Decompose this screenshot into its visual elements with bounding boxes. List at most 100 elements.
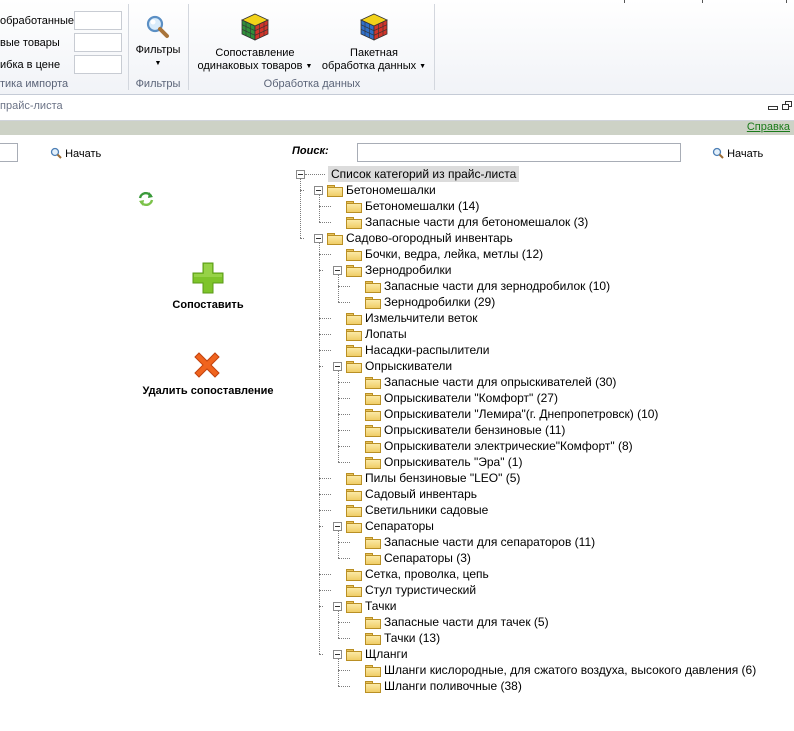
tree-connector [338, 686, 350, 687]
folder-icon [365, 377, 381, 389]
tree-connector [319, 318, 331, 319]
tree-node-label[interactable]: Опрыскиватели электрические"Комфорт" (8) [384, 438, 633, 454]
tree-node-label[interactable]: Запасные части для зернодробилок (10) [384, 278, 610, 294]
tree-node-label[interactable]: Опрыскиватели "Комфорт" (27) [384, 390, 558, 406]
tree-connector [338, 446, 350, 447]
tree-node-label[interactable]: Тачки (13) [384, 630, 440, 646]
folder-icon [346, 585, 362, 597]
tree-connector [319, 195, 320, 222]
tree-connector [338, 414, 350, 415]
folder-icon [365, 633, 381, 645]
folder-icon [365, 537, 381, 549]
tree-connector [319, 254, 331, 255]
tree-connector [338, 638, 350, 639]
tree-node-label[interactable]: Сепараторы [365, 518, 434, 534]
folder-icon [346, 521, 362, 533]
folder-icon [346, 489, 362, 501]
tree-node-label[interactable]: Садово-огородный инвентарь [346, 230, 513, 246]
tree-connector [338, 622, 350, 623]
tree-node-label[interactable]: Стул туристический [365, 582, 476, 598]
folder-icon [346, 505, 362, 517]
tree-node-label[interactable]: Запасные части для опрыскивателей (30) [384, 374, 616, 390]
tree-connector [300, 238, 304, 239]
tree-node-label[interactable]: Светильники садовые [365, 502, 488, 518]
folder-icon [327, 185, 343, 197]
tree-node-label[interactable]: Опрыскиватели бензиновые (11) [384, 422, 565, 438]
tree-connector [319, 222, 331, 223]
folder-icon [365, 425, 381, 437]
tree-node-label[interactable]: Сепараторы (3) [384, 550, 471, 566]
tree-node-label[interactable]: Опрыскиватели "Лемира"(г. Днепропетровск… [384, 406, 658, 422]
tree-node-label[interactable]: Запасные части для сепараторов (11) [384, 534, 595, 550]
tree-toggle[interactable] [333, 650, 342, 659]
tree-node-label[interactable]: Бетономешалки (14) [365, 198, 479, 214]
tree-connector [338, 531, 339, 558]
tree-connector [338, 302, 350, 303]
tree-connector [338, 430, 350, 431]
folder-icon [365, 393, 381, 405]
folder-icon [365, 665, 381, 677]
folder-icon [346, 265, 362, 277]
tree-toggle[interactable] [314, 234, 323, 243]
folder-icon [365, 409, 381, 421]
folder-icon [346, 361, 362, 373]
folder-icon [346, 569, 362, 581]
folder-icon [327, 233, 343, 245]
tree-node-label[interactable]: Шланги поливочные (38) [384, 678, 522, 694]
folder-icon [346, 601, 362, 613]
tree-toggle[interactable] [333, 362, 342, 371]
tree-connector [319, 654, 323, 655]
tree-node-label[interactable]: Сетка, проволка, цепь [365, 566, 489, 582]
folder-icon [346, 217, 362, 229]
folder-icon [346, 329, 362, 341]
tree-connector [319, 350, 331, 351]
tree-node-label[interactable]: Измельчители веток [365, 310, 478, 326]
folder-icon [346, 201, 362, 213]
category-tree: Список категорий из прайс-листа Бетономе… [0, 0, 794, 731]
tree-toggle[interactable] [333, 266, 342, 275]
tree-node-label[interactable]: Щланги [365, 646, 408, 662]
folder-icon [365, 681, 381, 693]
tree-connector [319, 334, 331, 335]
tree-node-label[interactable]: Зернодробилки [365, 262, 452, 278]
tree-node-label[interactable]: Пилы бензиновые "LEO" (5) [365, 470, 520, 486]
tree-connector [338, 286, 350, 287]
tree-node-label[interactable]: Садовый инвентарь [365, 486, 477, 502]
tree-connector [338, 398, 350, 399]
tree-connector [319, 494, 331, 495]
folder-icon [365, 457, 381, 469]
tree-toggle[interactable] [333, 522, 342, 531]
tree-node-label[interactable]: Опрыскиватели [365, 358, 452, 374]
folder-icon [365, 617, 381, 629]
tree-connector [338, 542, 350, 543]
tree-connector [319, 590, 331, 591]
tree-node-label[interactable]: Насадки-распылители [365, 342, 489, 358]
tree-connector [319, 206, 331, 207]
folder-icon [346, 345, 362, 357]
tree-connector [338, 558, 350, 559]
tree-connector [338, 275, 339, 302]
tree-connector [319, 243, 320, 654]
tree-connector [338, 462, 350, 463]
tree-connector [300, 178, 301, 238]
tree-node-label[interactable]: Запасные части для бетономешалок (3) [365, 214, 588, 230]
folder-icon [365, 281, 381, 293]
tree-node-label[interactable]: Бочки, ведра, лейка, метлы (12) [365, 246, 543, 262]
tree-connector [319, 478, 331, 479]
tree-node-label[interactable]: Лопаты [365, 326, 407, 342]
tree-toggle[interactable] [314, 186, 323, 195]
folder-icon [365, 297, 381, 309]
tree-connector [338, 382, 350, 383]
folder-icon [365, 553, 381, 565]
tree-root-label[interactable]: Список категорий из прайс-листа [328, 166, 520, 182]
tree-toggle[interactable] [333, 602, 342, 611]
tree-node-label[interactable]: Запасные части для тачек (5) [384, 614, 549, 630]
tree-node-label[interactable]: Опрыскиватель "Эра" (1) [384, 454, 522, 470]
folder-icon [346, 649, 362, 661]
tree-node-label[interactable]: Тачки [365, 598, 396, 614]
tree-node-label[interactable]: Шланги кислородные, для сжатого воздуха,… [384, 662, 756, 678]
folder-icon [346, 473, 362, 485]
tree-connector [305, 174, 325, 175]
tree-node-label[interactable]: Зернодробилки (29) [384, 294, 495, 310]
tree-node-label[interactable]: Бетономешалки [346, 182, 436, 198]
